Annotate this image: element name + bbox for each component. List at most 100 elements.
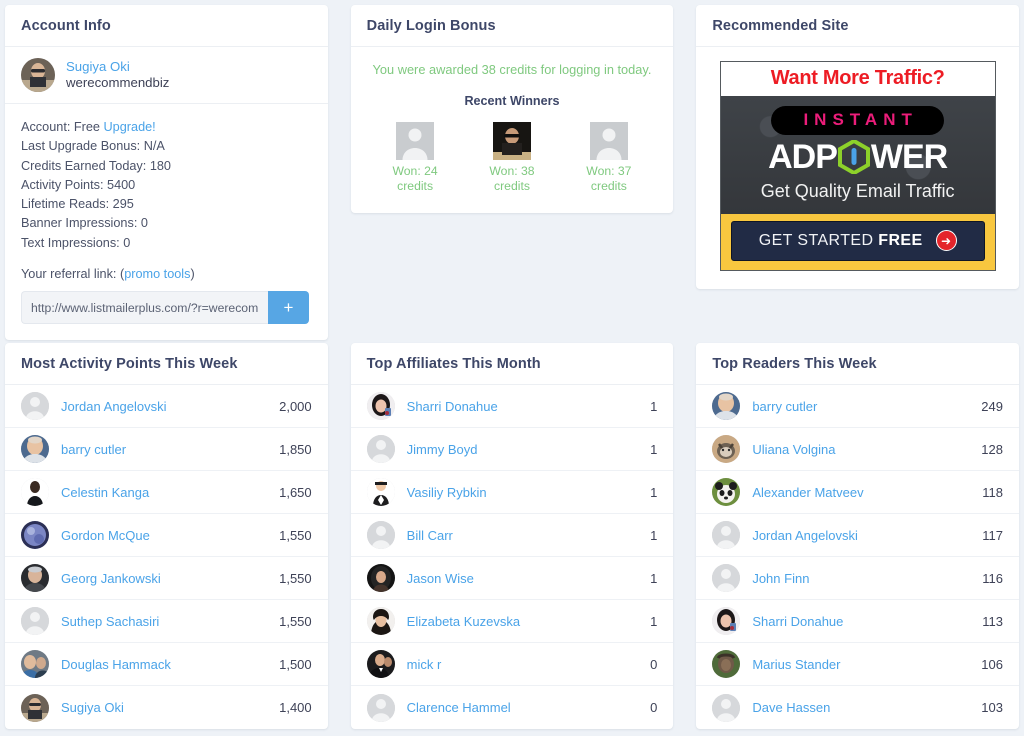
photo-avatar-icon (21, 650, 49, 678)
ad-banner[interactable]: Want More Traffic? INSTANT ADP WER Get Q… (719, 61, 996, 271)
ad-brand-band: INSTANT ADP WER Get Quality Email Traffi… (720, 96, 995, 214)
avatar (366, 564, 395, 592)
avatar (366, 392, 395, 420)
ad-cta-text-part: GET STARTED (758, 231, 879, 249)
table-row[interactable]: barry cutler 249 (696, 385, 1019, 428)
get-started-free-button[interactable]: GET STARTED FREE ➜ (730, 221, 985, 261)
table-row[interactable]: Bill Carr 1 (350, 514, 674, 557)
referral-label-prefix: Your referral link: ( (21, 267, 125, 282)
user-name-link[interactable]: Vasiliy Rybkin (407, 485, 642, 500)
row-value: 1 (650, 398, 658, 414)
table-row[interactable]: Jordan Angelovski 117 (696, 514, 1019, 557)
table-row[interactable]: mick r 0 (350, 643, 674, 686)
user-name-link[interactable]: Marius Stander (752, 657, 973, 672)
table-row[interactable]: Jason Wise 1 (350, 557, 674, 600)
user-name-link[interactable]: Douglas Hammack (61, 657, 271, 672)
user-name-link[interactable]: Gordon McQue (61, 528, 271, 543)
upgrade-link[interactable]: Upgrade! (104, 120, 156, 134)
avatar (21, 58, 55, 92)
winner-amount: Won: 24 (392, 164, 438, 178)
user-name-link[interactable]: Alexander Matveev (752, 485, 974, 500)
table-row[interactable]: John Finn 116 (696, 557, 1019, 600)
account-type-label: Account: Free (21, 120, 100, 134)
user-name-link[interactable]: barry cutler (752, 399, 973, 414)
user-name-link[interactable]: John Finn (752, 571, 974, 586)
table-row[interactable]: barry cutler 1,850 (5, 428, 328, 471)
table-row[interactable]: Jordan Angelovski 2,000 (5, 385, 328, 428)
user-name-link[interactable]: Dave Hassen (752, 700, 973, 715)
recommended-site-header: Recommended Site (696, 5, 1019, 47)
table-row[interactable]: Dave Hassen 103 (696, 686, 1019, 729)
row-value: 1,850 (279, 441, 312, 457)
account-display-name[interactable]: Sugiya Oki (66, 59, 169, 76)
user-name-link[interactable]: Jason Wise (407, 571, 642, 586)
table-row[interactable]: Uliana Volgina 128 (696, 428, 1019, 471)
winner-item: Won: 24 credits (376, 122, 454, 195)
row-value: 128 (981, 441, 1003, 457)
photo-avatar-icon (712, 478, 741, 506)
ad-cta-band: GET STARTED FREE ➜ (720, 214, 995, 270)
top-affiliates-list: Sharri Donahue 1 Jimmy Boyd 1 Vasiliy Ry… (350, 385, 674, 729)
table-row[interactable]: Georg Jankowski 1,550 (5, 557, 328, 600)
table-row[interactable]: Clarence Hammel 0 (351, 686, 674, 729)
account-name-block: Sugiya Oki werecommendbiz (66, 59, 169, 92)
avatar (21, 650, 49, 678)
user-name-link[interactable]: Jordan Angelovski (61, 399, 271, 414)
referral-link-input[interactable] (21, 291, 268, 325)
user-name-link[interactable]: Elizabeta Kuzevska (407, 614, 642, 629)
top-affiliates-header: Top Affiliates This Month (350, 343, 674, 385)
promo-tools-link[interactable]: promo tools (124, 267, 190, 281)
dashboard-page: Account Info Sugiya Oki werecommendbiz A… (0, 0, 1024, 736)
user-name-link[interactable]: Bill Carr (407, 528, 642, 543)
table-row[interactable]: Douglas Hammack 1,500 (5, 643, 328, 686)
photo-avatar-icon (21, 435, 49, 463)
table-row[interactable]: Sugiya Oki 1,400 (5, 686, 328, 729)
table-row[interactable]: Vasiliy Rybkin 1 (350, 471, 674, 514)
user-name-link[interactable]: Georg Jankowski (61, 571, 271, 586)
winner-unit: credits (590, 179, 627, 194)
user-name-link[interactable]: Suthep Sachasiri (61, 614, 271, 629)
table-row[interactable]: Celestin Kanga 1,650 (5, 471, 328, 514)
photo-avatar-icon (21, 521, 49, 549)
row-value: 116 (982, 570, 1003, 586)
ad-cta-label: GET STARTED FREE (759, 232, 923, 250)
add-referral-button[interactable]: + (268, 291, 309, 325)
photo-avatar-icon (712, 607, 741, 635)
account-username: werecommendbiz (66, 75, 170, 90)
user-name-link[interactable]: Jordan Angelovski (752, 528, 974, 543)
table-row[interactable]: Elizabeta Kuzevska 1 (350, 600, 674, 643)
table-row[interactable]: Sharri Donahue 1 (350, 385, 674, 428)
photo-avatar-icon (366, 607, 395, 635)
user-name-link[interactable]: Celestin Kanga (61, 485, 271, 500)
user-name-link[interactable]: Clarence Hammel (407, 700, 642, 715)
ad-tagline: Get Quality Email Traffic (760, 181, 955, 201)
winner-unit: credits (397, 179, 434, 194)
avatar (712, 392, 741, 420)
bottom-row: Most Activity Points This Week Jordan An… (5, 343, 1019, 729)
top-readers-header: Top Readers This Week (696, 343, 1019, 385)
winner-unit: credits (494, 179, 530, 194)
table-row[interactable]: Jimmy Boyd 1 (350, 428, 674, 471)
avatar (21, 564, 49, 592)
table-row[interactable]: Marius Stander 106 (696, 643, 1019, 686)
top-affiliates-card: Top Affiliates This Month Sharri Donahue… (350, 343, 674, 729)
photo-avatar-icon (21, 564, 49, 592)
user-name-link[interactable]: Sugiya Oki (61, 700, 271, 715)
placeholder-avatar-icon (712, 693, 741, 722)
row-value: 1,500 (279, 656, 312, 672)
ad-logo-right: WER (870, 138, 948, 176)
placeholder-avatar-icon (589, 122, 628, 160)
photo-avatar-icon (21, 478, 49, 506)
user-name-link[interactable]: barry cutler (61, 442, 271, 457)
table-row[interactable]: Gordon McQue 1,550 (5, 514, 328, 557)
recent-winners-title: Recent Winners (464, 94, 560, 108)
user-name-link[interactable]: mick r (407, 657, 642, 672)
user-name-link[interactable]: Sharri Donahue (407, 399, 642, 414)
user-name-link[interactable]: Jimmy Boyd (407, 442, 642, 457)
table-row[interactable]: Suthep Sachasiri 1,550 (5, 600, 328, 643)
placeholder-avatar-icon (21, 392, 49, 420)
user-name-link[interactable]: Sharri Donahue (752, 614, 974, 629)
table-row[interactable]: Alexander Matveev 118 (696, 471, 1019, 514)
table-row[interactable]: Sharri Donahue 113 (696, 600, 1019, 643)
user-name-link[interactable]: Uliana Volgina (752, 442, 973, 457)
